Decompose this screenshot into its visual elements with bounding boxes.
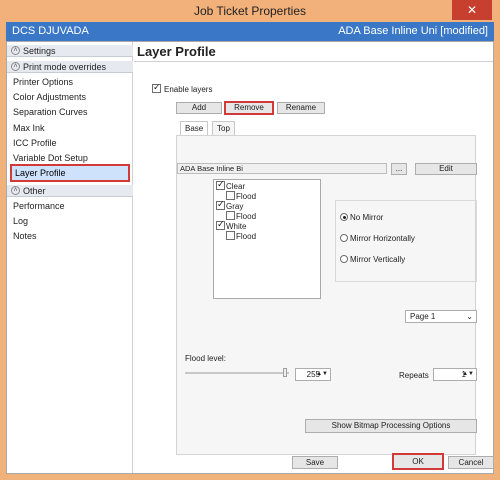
title-divider [134, 61, 493, 62]
channel-label: Gray [226, 202, 244, 211]
layer-profile-panel: Layer Profile Enable layers Add Remove R… [134, 42, 494, 473]
channel-checkbox[interactable] [226, 211, 235, 220]
section-label: Print mode overrides [23, 62, 107, 72]
radio-label: Mirror Horizontally [350, 234, 415, 243]
radio-label: Mirror Vertically [350, 255, 406, 264]
sidebar-item-max-ink[interactable]: Max Ink [13, 123, 45, 133]
add-button[interactable]: Add [176, 102, 222, 114]
chevron-up-icon[interactable]: ˄ [11, 186, 20, 195]
tab-panel: ADA Base Inline Bi ... Edit Clear Flood … [176, 135, 477, 455]
flood-level-spinner[interactable]: 255 ▲▼ [295, 368, 331, 381]
channel-checkbox[interactable] [226, 231, 235, 240]
save-button[interactable]: Save [292, 456, 338, 469]
flood-level-slider[interactable] [185, 372, 289, 374]
layer-tabs: Base Top [180, 121, 476, 135]
radio-label: No Mirror [350, 213, 384, 222]
channel-checkbox[interactable] [216, 199, 225, 210]
ok-button[interactable]: OK [392, 453, 444, 470]
channel-list[interactable]: Clear Flood Gray Flood White Flood [213, 179, 321, 299]
chevron-up-icon[interactable]: ˄ [11, 62, 20, 71]
no-mirror-radio[interactable] [340, 213, 348, 221]
flood-level-label: Flood level: [185, 354, 226, 363]
page-select-value: Page 1 [410, 312, 436, 321]
channel-label: Flood [236, 232, 257, 241]
tab-top[interactable]: Top [212, 121, 235, 135]
chevron-up-icon[interactable]: ˄ [11, 46, 20, 55]
profile-field[interactable]: ADA Base Inline Bi [177, 163, 387, 174]
spin-arrows-icon[interactable]: ▲▼ [462, 369, 474, 380]
section-label: Settings [23, 46, 56, 56]
sidebar-item-layer-profile[interactable]: Layer Profile [10, 164, 130, 182]
sidebar-item-printer-options[interactable]: Printer Options [13, 77, 73, 87]
section-other[interactable]: ˄ Other [7, 185, 133, 197]
flood-level-slider-thumb[interactable] [283, 368, 287, 377]
printer-name: DCS DJUVADA [12, 25, 89, 37]
enable-layers-checkbox[interactable] [152, 82, 161, 93]
sidebar-item-performance[interactable]: Performance [13, 201, 65, 211]
channel-label: Flood [236, 212, 257, 221]
tab-base[interactable]: Base [180, 121, 209, 135]
profile-header: DCS DJUVADA ADA Base Inline Uni [modifie… [6, 22, 494, 41]
rename-button[interactable]: Rename [277, 102, 325, 114]
title-bar: Job Ticket Properties ✕ [0, 0, 500, 22]
close-icon[interactable]: ✕ [452, 0, 492, 20]
section-print-mode-overrides[interactable]: ˄ Print mode overrides [7, 61, 133, 73]
show-bitmap-options-button[interactable]: Show Bitmap Processing Options [305, 419, 477, 433]
sidebar-item-log[interactable]: Log [13, 216, 28, 226]
page-select[interactable]: Page 1 ⌄ [405, 310, 477, 323]
sidebar-item-notes[interactable]: Notes [13, 231, 37, 241]
repeats-label: Repeats [399, 371, 429, 380]
channel-checkbox[interactable] [226, 191, 235, 200]
browse-button[interactable]: ... [391, 163, 407, 175]
dialog-body: ˄ Settings ˄ Print mode overrides Printe… [6, 41, 494, 474]
remove-button[interactable]: Remove [224, 101, 274, 115]
job-ticket-window: Job Ticket Properties ✕ DCS DJUVADA ADA … [0, 0, 500, 480]
spin-arrows-icon[interactable]: ▲▼ [316, 369, 328, 380]
sidebar: ˄ Settings ˄ Print mode overrides Printe… [7, 42, 133, 473]
cancel-button[interactable]: Cancel [448, 456, 494, 469]
window-title: Job Ticket Properties [193, 4, 307, 18]
channel-label: Clear [226, 182, 246, 191]
mirror-vertically-radio[interactable] [340, 255, 348, 263]
page-title: Layer Profile [137, 44, 216, 59]
sidebar-item-separation-curves[interactable]: Separation Curves [13, 107, 88, 117]
sidebar-item-label: Layer Profile [15, 168, 66, 178]
enable-layers-label: Enable layers [164, 85, 213, 94]
sidebar-item-icc-profile[interactable]: ICC Profile [13, 138, 57, 148]
channel-label: Flood [236, 192, 257, 201]
sidebar-item-variable-dot-setup[interactable]: Variable Dot Setup [13, 153, 88, 163]
profile-name: ADA Base Inline Uni [modified] [338, 25, 488, 37]
section-settings[interactable]: ˄ Settings [7, 45, 133, 57]
channel-checkbox[interactable] [216, 179, 225, 190]
repeats-spinner[interactable]: 1 ▲▼ [433, 368, 477, 381]
chevron-down-icon: ⌄ [466, 312, 473, 321]
channel-checkbox[interactable] [216, 219, 225, 230]
mirror-horizontally-radio[interactable] [340, 234, 348, 242]
mirror-group: No Mirror Mirror Horizontally Mirror Ver… [335, 200, 477, 282]
channel-label: White [226, 222, 247, 231]
sidebar-item-color-adjustments[interactable]: Color Adjustments [13, 92, 86, 102]
edit-button[interactable]: Edit [415, 163, 477, 175]
section-label: Other [23, 186, 46, 196]
